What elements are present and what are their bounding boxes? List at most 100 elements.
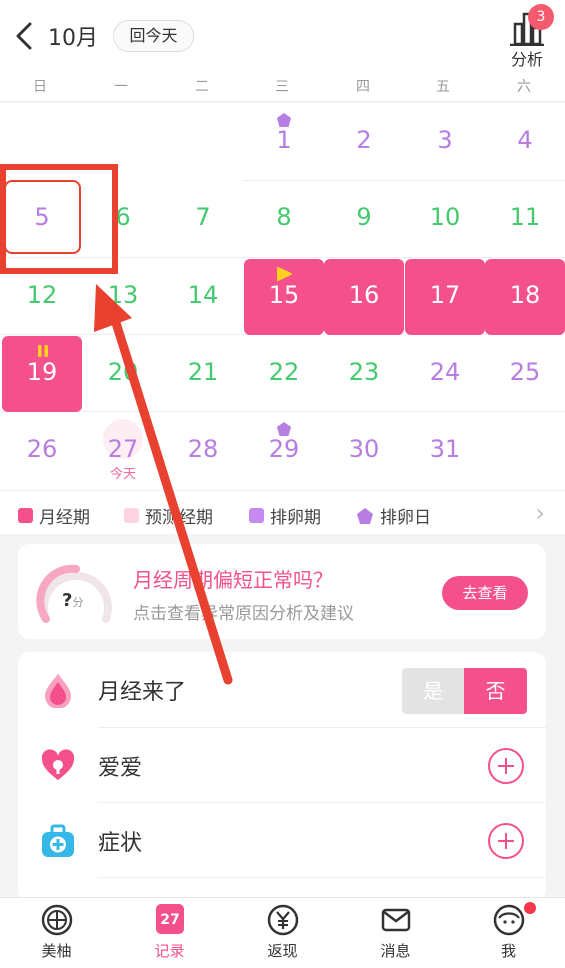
legend-label: 预测经期 [145,508,213,528]
day-number: 21 [187,358,219,386]
day-number: 22 [268,358,300,386]
add-symptom-button[interactable] [488,823,524,859]
weekday-thu: 四 [356,79,370,95]
calendar-day-17[interactable]: 17 [405,259,485,335]
weekday-tue: 二 [195,79,209,95]
grapefruit-icon [41,904,73,936]
calendar-day-16[interactable]: 16 [324,259,404,335]
love-label: 爱爱 [98,756,143,781]
calendar-day-23[interactable]: 23 [324,336,404,412]
day-number: 23 [348,358,380,386]
today-label: 今天 [109,467,136,482]
symptom-label: 症状 [98,831,143,856]
tab-meiyou[interactable]: 美柚 [0,898,113,968]
heart-icon [41,749,75,780]
calendar-day-15[interactable]: 15 [244,259,324,335]
symptom-row[interactable]: 症状 [18,803,546,878]
calendar-grid: 1 2 3 4 5 6 7 8 9 10 11 12 13 14 15 16 17 18 19 20 21 22 23 24 2… [0,103,565,490]
calendar-day-28[interactable]: 28 [163,413,243,489]
legend-predicted: 预测经期 [124,503,213,528]
calendar-day-31[interactable]: 31 [405,413,485,489]
analysis-badge: 3 [528,4,554,30]
legend-label: 月经期 [39,508,90,528]
notification-dot [524,902,536,914]
tab-label: 我 [500,942,516,960]
calendar-day-2[interactable]: 2 [324,104,404,180]
legend-ovulation-day: 排卵日 [356,503,431,528]
period-row: 月经来了 是 否 [18,652,546,727]
back-to-today-button[interactable]: 回今天 [113,20,194,52]
period-toggle[interactable]: 是 否 [402,668,527,714]
calendar-day-27[interactable]: 27 今天 [83,413,163,489]
tab-label: 返现 [267,942,298,960]
day-number: 2 [356,126,372,154]
toggle-yes[interactable]: 是 [402,668,464,714]
legend-label: 排卵期 [270,508,321,528]
day-number: 12 [26,281,58,309]
day-number: 1 [276,126,292,154]
calendar-day-8[interactable]: 8 [244,181,324,257]
go-check-button[interactable]: 去查看 [442,576,528,610]
calendar-day-11[interactable]: 11 [485,181,565,257]
tab-record[interactable]: 27 记录 [113,898,226,968]
divider [98,877,546,878]
tab-cashback[interactable]: 返现 [226,898,339,968]
tab-messages[interactable]: 消息 [339,898,452,968]
mail-icon [381,908,411,932]
calendar-day-7[interactable]: 7 [163,181,243,257]
cycle-card-subtitle: 点击查看异常原因分析及建议 [133,604,354,624]
period-end-icon [38,345,48,357]
legend-swatch [249,508,264,523]
day-number: 17 [429,281,461,309]
day-number: 26 [26,435,58,463]
love-row[interactable]: 爱爱 [18,728,546,803]
day-number: 7 [195,203,211,231]
cycle-analysis-card[interactable]: ?分 月经周期偏短正常吗？ 点击查看异常原因分析及建议 去查看 [18,544,546,639]
records-card: 月经来了 是 否 爱爱 症状 [18,652,546,902]
add-love-button[interactable] [488,748,524,784]
toggle-no[interactable]: 否 [464,668,527,714]
calendar-day-29[interactable]: 29 [244,413,324,489]
day-number: 14 [187,281,219,309]
day-number: 19 [26,358,58,386]
weekday-sat: 六 [517,79,531,95]
period-start-icon [277,267,292,281]
calendar-day-9[interactable]: 9 [324,181,404,257]
tab-me[interactable]: 我 [452,898,565,968]
calendar-day-14[interactable]: 14 [163,259,243,335]
profile-icon [493,904,525,936]
day-number: 4 [517,126,533,154]
bottom-tab-bar: 美柚 27 记录 返现 消息 我 [0,897,565,968]
calendar-day-18[interactable]: 18 [485,259,565,335]
calendar-day-20[interactable]: 20 [83,336,163,412]
legend: 月经期 预测经期 排卵期 排卵日 › [0,490,565,534]
day-number: 9 [356,203,372,231]
calendar-day-30[interactable]: 30 [324,413,404,489]
calendar-day-24[interactable]: 24 [405,336,485,412]
tab-label: 记录 [154,942,185,960]
calendar-day-19[interactable]: 19 [2,336,82,412]
medical-kit-icon [42,824,74,857]
calendar-day-22[interactable]: 22 [244,336,324,412]
period-label: 月经来了 [98,680,187,705]
legend-more-icon[interactable]: › [535,499,545,527]
calendar-day-1[interactable]: 1 [244,104,324,180]
calendar-day-21[interactable]: 21 [163,336,243,412]
back-arrow-icon[interactable] [12,20,38,52]
drop-icon [45,674,71,708]
calendar-day-25[interactable]: 25 [485,336,565,412]
day-number: 13 [107,281,139,309]
day-number: 15 [268,281,300,309]
score-value: ?分 [62,590,84,611]
tab-label: 美柚 [41,942,72,960]
day-number: 20 [107,358,139,386]
day-number: 24 [429,358,461,386]
calendar-day-4[interactable]: 4 [485,104,565,180]
calendar-icon: 27 [156,904,184,934]
month-title[interactable]: 10月 [48,20,98,52]
calendar-day-3[interactable]: 3 [405,104,485,180]
yuan-icon [267,904,299,936]
calendar-day-26[interactable]: 26 [2,413,82,489]
calendar-day-10[interactable]: 10 [405,181,485,257]
weekday-header: 日 一 二 三 四 五 六 [0,70,565,102]
